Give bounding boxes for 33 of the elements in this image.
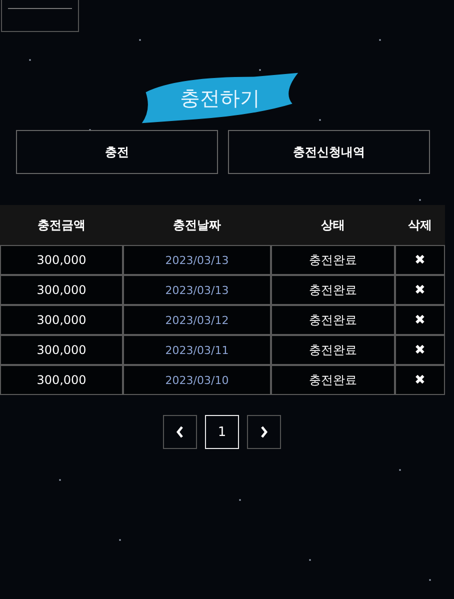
delete-button[interactable]: ✖	[414, 282, 426, 298]
table-cell: 300,000	[0, 275, 123, 305]
column-header: 충전날짜	[172, 216, 222, 234]
column-header: 충전금액	[36, 216, 86, 234]
delete-button[interactable]: ✖	[414, 252, 426, 268]
table-cell: 2023/03/11	[123, 335, 271, 365]
table-cell: 2023/03/13	[123, 275, 271, 305]
previous-button[interactable]	[163, 415, 197, 449]
table-cell: 300,000	[0, 305, 123, 335]
chevron-left-icon	[176, 426, 184, 438]
column-header: 삭제	[407, 216, 433, 234]
table-cell: 충전완료	[271, 335, 395, 365]
table-cell: 충전완료	[271, 245, 395, 275]
table-cell: 2023/03/12	[123, 305, 271, 335]
tab[interactable]: 충전	[16, 130, 218, 174]
column-header: 상태	[320, 216, 346, 234]
page-title: 충전하기	[180, 84, 260, 112]
table-cell: 충전완료	[271, 275, 395, 305]
table-cell: 충전완료	[271, 365, 395, 395]
page-button[interactable]: 1	[205, 415, 239, 449]
corner-button[interactable]	[1, 0, 79, 32]
table-cell: 2023/03/13	[123, 245, 271, 275]
delete-button[interactable]: ✖	[414, 372, 426, 388]
next-button[interactable]	[247, 415, 281, 449]
table-cell: 300,000	[0, 245, 123, 275]
table-cell: 300,000	[0, 365, 123, 395]
tab[interactable]: 충전신청내역	[228, 130, 430, 174]
table-cell: 충전완료	[271, 305, 395, 335]
chevron-right-icon	[260, 426, 268, 438]
delete-button[interactable]: ✖	[414, 342, 426, 358]
table-cell: 300,000	[0, 335, 123, 365]
delete-button[interactable]: ✖	[414, 312, 426, 328]
table-cell: 2023/03/10	[123, 365, 271, 395]
